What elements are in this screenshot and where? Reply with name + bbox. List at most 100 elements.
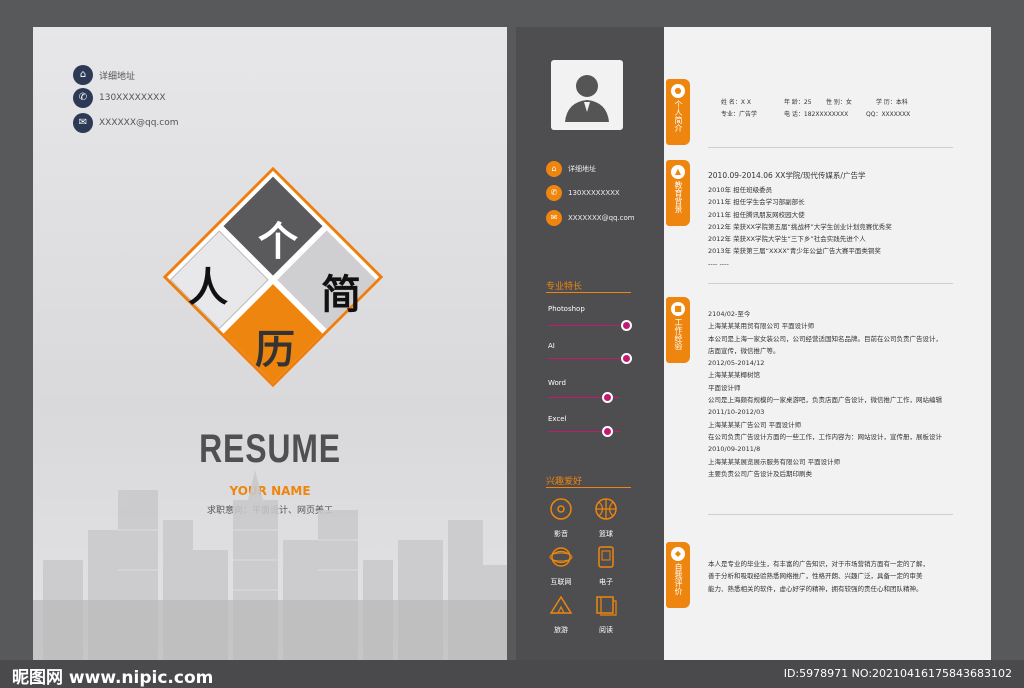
hobby-electronics: 电子 xyxy=(586,545,626,587)
info-degree: 学 历：本科 xyxy=(876,99,908,106)
title-diamond: 个 人 简 历 xyxy=(162,166,384,388)
cover-contact-phone: ✆ 130XXXXXXXX xyxy=(73,88,166,108)
briefcase-icon: ■ xyxy=(671,302,685,316)
watermark-logo: 昵图网 www.nipic.com xyxy=(12,668,214,688)
hobby-label: 篮球 xyxy=(599,530,613,538)
phone-icon: ✆ xyxy=(546,185,562,201)
phone-icon: ✆ xyxy=(73,88,93,108)
education-line: 2012年 荣获XX学院第五届“挑战杯”大学生创业计划竞赛优秀奖 xyxy=(708,222,892,231)
cover-email-text: XXXXXX@qq.com xyxy=(99,118,179,128)
skill-level-knob xyxy=(601,426,613,437)
work-line: 店面宣传，微信推广等。 xyxy=(708,346,780,355)
mail-icon: ✉ xyxy=(546,210,562,226)
hobby-label: 影音 xyxy=(554,530,568,538)
tent-icon xyxy=(549,595,573,614)
tab-self: ◆ 自我评价 xyxy=(666,542,690,608)
info-qq: QQ：XXXXXXX xyxy=(866,111,911,118)
work-line: 2011/10-2012/03 xyxy=(708,408,765,417)
char-ge: 个 xyxy=(258,219,298,265)
skill-bar xyxy=(548,358,620,359)
person-icon: ● xyxy=(671,84,685,98)
work-line: 上海某某某广告公司 平面设计师 xyxy=(708,420,802,429)
basketball-icon xyxy=(595,498,617,520)
tab-work-label: 工作经验 xyxy=(674,318,683,350)
sidebar: ⌂ 详细地址 ✆ 130XXXXXXXX ✉ XXXXXXX@qq.com 专业… xyxy=(516,27,664,660)
education-line: 2011年 担任学生会学习部副部长 xyxy=(708,198,805,207)
self-line: 善于分析和吸取经验熟悉网络推广，性格开朗、兴趣广泛，具备一定的审美 xyxy=(708,572,923,581)
side-contact-email: ✉ XXXXXXX@qq.com xyxy=(546,210,635,226)
tab-self-label: 自我评价 xyxy=(674,563,683,595)
work-line: 2104/02-至今 xyxy=(708,310,751,318)
info-phone: 电 话：182XXXXXXXX xyxy=(784,111,849,118)
cover-contact-address: ⌂ 详细地址 xyxy=(73,65,135,85)
divider xyxy=(708,147,953,148)
hobby-music: 影音 xyxy=(541,497,581,539)
hobby-reading: 阅读 xyxy=(586,593,626,635)
tab-education: ▲ 教育背景 xyxy=(666,160,690,226)
work-line: 本公司是上海一家女装公司，公司经营适国知名品牌。目前在公司负责广告设计， xyxy=(708,334,942,343)
work-section: 2104/02-至今 上海某某某用贸有限公司 平面设计师 本公司是上海一家女装公… xyxy=(708,308,967,480)
cover-contact-email: ✉ XXXXXX@qq.com xyxy=(73,113,179,133)
education-line: 2012年 荣获XX学院大学生“三下乡”社会实践先进个人 xyxy=(708,235,866,244)
home-icon: ⌂ xyxy=(546,161,562,177)
work-line: 上海某某某椰树馆 xyxy=(708,371,760,380)
divider xyxy=(708,283,953,284)
cover-page: ⌂ 详细地址 ✆ 130XXXXXXXX ✉ XXXXXX@qq.com 个 人… xyxy=(33,27,507,660)
tab-education-label: 教育背景 xyxy=(674,181,683,213)
side-address-text: 详细地址 xyxy=(568,165,596,173)
work-line: 公司是上海颇有规模的一家桌游吧，负责店面广告设计，微信推广工作，网站编辑 xyxy=(708,396,942,405)
hobby-label: 电子 xyxy=(599,578,613,586)
work-line: 2012/05-2014/12 xyxy=(708,359,765,368)
work-line: 主要负责公司广告设计及后期印刷类 xyxy=(708,469,812,478)
hobby-basketball: 篮球 xyxy=(586,497,626,539)
work-line: 上海某某某用贸有限公司 平面设计师 xyxy=(708,322,815,331)
self-line: 本人是专业的毕业生，有丰富的广告知识，对于市场营销方面有一定的了解， xyxy=(708,560,929,568)
home-icon: ⌂ xyxy=(73,65,93,85)
mail-icon: ✉ xyxy=(73,113,93,133)
skills-title: 专业特长 xyxy=(546,282,583,292)
graduation-cap-icon: ▲ xyxy=(671,165,685,179)
work-line: 在公司负责广告设计方面的一些工作，工作内容为：网站设计，宣传册，展板设计 xyxy=(708,432,942,441)
char-jian: 简 xyxy=(321,272,361,318)
divider xyxy=(708,514,953,515)
education-section: 2010.09-2014.06 XX学院/现代传媒系/广告学 2010年 担任班… xyxy=(708,168,967,270)
person-icon xyxy=(565,75,609,122)
info-name: 姓 名：X X xyxy=(721,99,752,106)
music-disc-icon xyxy=(550,498,572,520)
work-line: 平面设计师 xyxy=(708,383,741,392)
skill-name: Word xyxy=(548,379,566,387)
skill-name: AI xyxy=(548,342,555,350)
internet-icon xyxy=(549,547,573,567)
skill-level-knob xyxy=(620,353,632,364)
char-ren: 人 xyxy=(188,265,228,311)
side-contact-address: ⌂ 详细地址 xyxy=(546,161,596,177)
skills-divider xyxy=(546,292,631,293)
hobby-label: 互联网 xyxy=(550,578,572,586)
hobby-internet: 互联网 xyxy=(541,545,581,587)
comment-icon: ◆ xyxy=(671,547,685,561)
education-line: ---- ---- xyxy=(708,259,729,268)
self-line: 能力、熟悉相关的软件，虚心好学的精神，拥有较强的责任心和团队精神。 xyxy=(708,584,923,593)
watermark-bar: 昵图网 www.nipic.com ID:5978971 NO:20210416… xyxy=(0,660,1024,688)
info-gender: 性 别：女 xyxy=(826,99,852,106)
skill-name: Photoshop xyxy=(548,305,585,313)
info-age: 年 龄：25 xyxy=(784,99,812,106)
education-line: 2013年 荣获第三届“XXXX”青少年公益广告大赛平面类铜奖 xyxy=(708,247,881,256)
hobby-travel: 旅游 xyxy=(541,593,581,635)
hobbies-title: 兴趣爱好 xyxy=(546,477,583,487)
skill-level-knob xyxy=(620,320,632,331)
side-contact-phone: ✆ 130XXXXXXXX xyxy=(546,185,620,201)
tab-profile-label: 个人简介 xyxy=(674,100,683,132)
cover-phone-text: 130XXXXXXXX xyxy=(99,93,166,103)
education-line: 2010年 担任班级委员 xyxy=(708,186,773,194)
skill-bar xyxy=(548,325,620,326)
work-line: 上海某某某展览展示服务有限公司 平面设计师 xyxy=(708,457,841,466)
cover-address-text: 详细地址 xyxy=(99,71,136,82)
char-li: 历 xyxy=(255,327,295,373)
hobbies-divider xyxy=(546,487,631,488)
self-evaluation-section: 本人是专业的毕业生，有丰富的广告知识，对于市场营销方面有一定的了解， 善于分析和… xyxy=(708,558,967,595)
info-major: 专业：广告学 xyxy=(721,111,758,118)
book-icon xyxy=(596,596,617,616)
phone-device-icon xyxy=(598,546,614,568)
education-header: 2010.09-2014.06 XX学院/现代传媒系/广告学 xyxy=(708,171,866,180)
